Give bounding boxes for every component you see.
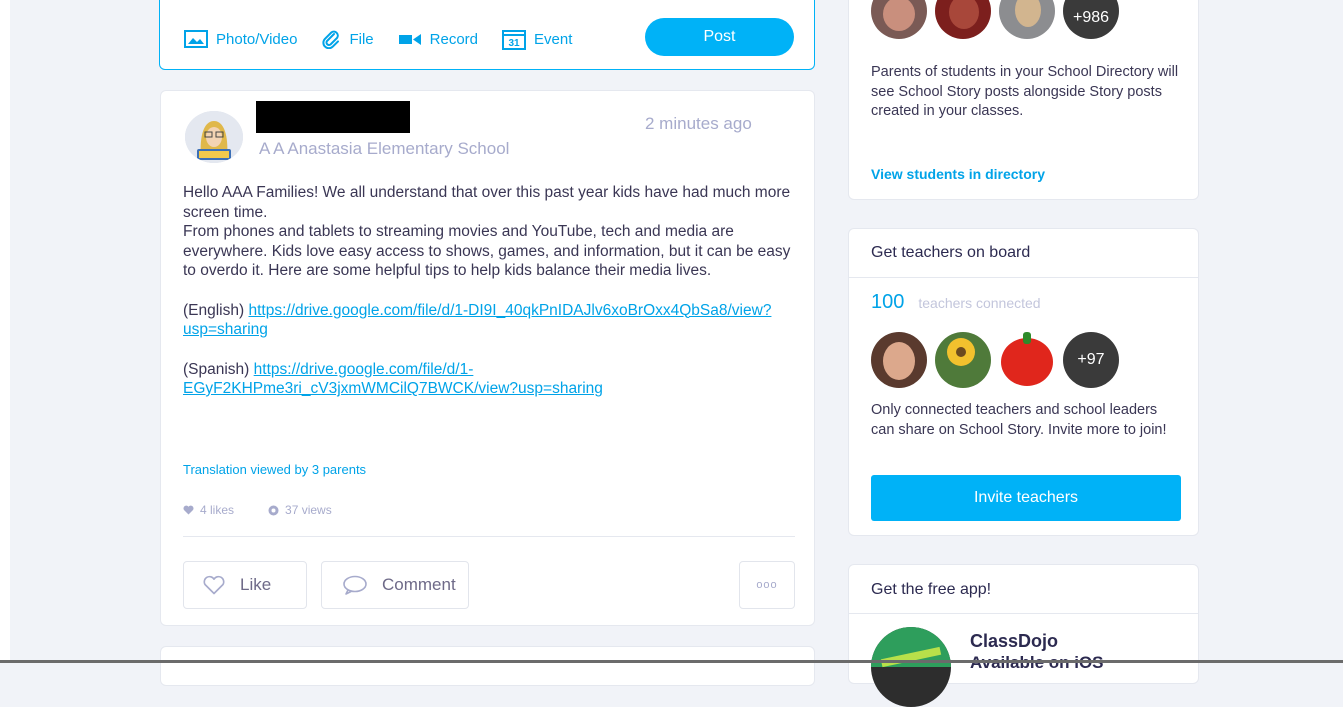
avatar-illustration — [185, 111, 243, 163]
app-card-title: Get the free app! — [871, 581, 992, 598]
post-button[interactable]: Post — [645, 18, 794, 56]
post-paragraph: Hello AAA Families! We all understand th… — [183, 184, 791, 221]
left-gutter — [0, 0, 10, 663]
photo-icon — [184, 30, 208, 48]
author-avatar[interactable] — [185, 111, 243, 163]
classdojo-logo[interactable] — [871, 627, 951, 707]
teachers-card-title: Get teachers on board — [871, 244, 1031, 261]
app-card: Get the free app! ClassDojo Available on… — [848, 564, 1199, 707]
teacher-avatar — [871, 332, 927, 388]
teacher-count: 100 — [871, 291, 905, 313]
more-options-button[interactable]: ooo — [739, 561, 795, 609]
record-label: Record — [429, 30, 478, 48]
spanish-link-line: (Spanish) https://drive.google.com/file/… — [183, 360, 803, 399]
event-button[interactable]: 31 Event — [502, 28, 572, 50]
heart-icon — [183, 505, 194, 515]
view-students-link[interactable]: View students in directory — [871, 166, 1045, 182]
directory-description: Parents of students in your School Direc… — [871, 64, 1179, 119]
app-availability: Available on iOS — [970, 653, 1104, 673]
more-parents-count[interactable]: +986 — [1063, 0, 1119, 39]
likes-count: 4 likes — [200, 503, 235, 517]
app-name[interactable]: ClassDojo — [970, 631, 1058, 652]
more-teachers-count[interactable]: +97 — [1063, 332, 1119, 388]
file-label: File — [349, 30, 374, 48]
heart-outline-icon — [203, 575, 225, 595]
post-stats: 4 likes 37 views — [183, 503, 366, 517]
parent-avatar — [999, 0, 1055, 39]
comment-label: Comment — [382, 575, 456, 594]
parent-avatar — [871, 0, 927, 39]
paperclip-icon — [322, 30, 340, 49]
photo-video-button[interactable]: Photo/Video — [184, 29, 297, 49]
teachers-card-divider — [849, 277, 1198, 278]
english-label: (English) — [183, 301, 245, 319]
app-card-divider — [849, 613, 1198, 614]
post-composer: Photo/Video File Record 31 Event Post — [159, 0, 815, 70]
photo-video-label: Photo/Video — [216, 30, 298, 48]
record-button[interactable]: Record — [398, 31, 478, 48]
event-label: Event — [534, 30, 573, 48]
directory-card: +986 Parents of students in your School … — [848, 0, 1199, 200]
english-link[interactable]: https://drive.google.com/file/d/1-DI9I_4… — [183, 302, 771, 339]
parent-avatars: +986 — [871, 0, 1127, 39]
redacted-author-name — [256, 101, 410, 133]
post-timestamp: 2 minutes ago — [645, 114, 752, 133]
calendar-icon: 31 — [502, 30, 526, 50]
video-camera-icon — [398, 34, 421, 45]
composer-actions: Photo/Video File Record 31 Event — [184, 28, 596, 50]
views-stat[interactable]: 37 views — [268, 503, 332, 517]
school-name[interactable]: A A Anastasia Elementary School — [259, 139, 509, 159]
teachers-connected: 100 teachers connected — [871, 291, 1041, 314]
story-post-card: A A Anastasia Elementary School 2 minute… — [160, 90, 815, 626]
spanish-label: (Spanish) — [183, 360, 250, 378]
teachers-description: Only connected teachers and school leade… — [871, 402, 1167, 438]
post-paragraph: From phones and tablets to streaming mov… — [183, 223, 791, 279]
views-count: 37 views — [285, 503, 332, 517]
teacher-avatars: +97 — [871, 332, 1127, 388]
calendar-day: 31 — [508, 38, 520, 49]
english-link-line: (English) https://drive.google.com/file/… — [183, 301, 803, 340]
like-button[interactable]: Like — [183, 561, 307, 609]
teacher-count-label: teachers connected — [918, 295, 1041, 311]
file-button[interactable]: File — [321, 29, 374, 49]
invite-teachers-button[interactable]: Invite teachers — [871, 475, 1181, 521]
tomato-avatar — [999, 332, 1055, 388]
comment-button[interactable]: Comment — [321, 561, 469, 609]
speech-bubble-icon — [343, 575, 367, 595]
translation-viewed[interactable]: Translation viewed by 3 parents — [183, 462, 366, 477]
teachers-card: Get teachers on board 100 teachers conne… — [848, 228, 1199, 536]
sunflower-avatar — [935, 332, 991, 388]
post-body: Hello AAA Families! We all understand th… — [183, 183, 803, 399]
post-divider — [183, 536, 795, 537]
eye-icon — [268, 505, 279, 515]
parent-avatar — [935, 0, 991, 39]
next-post-card — [160, 646, 815, 686]
like-label: Like — [240, 575, 272, 594]
likes-stat[interactable]: 4 likes — [183, 503, 234, 517]
